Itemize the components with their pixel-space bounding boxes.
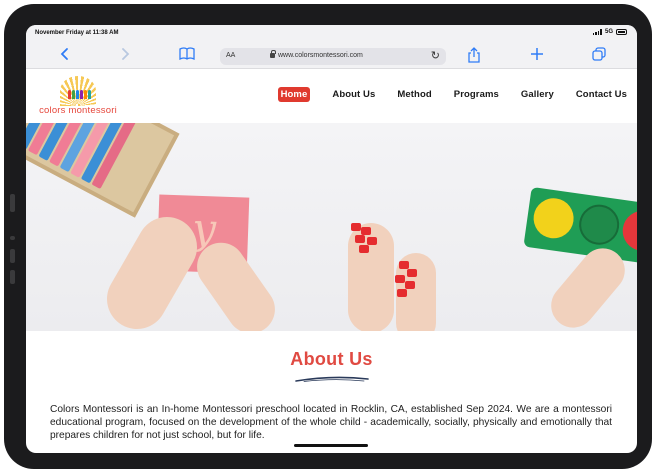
lock-icon xyxy=(270,50,276,58)
browser-toolbar: AA www.colorsmontessori.com ↻ xyxy=(26,43,637,69)
signal-icon xyxy=(592,29,602,35)
status-time: November Friday at 11:38 AM xyxy=(35,30,119,36)
children-logo-icon xyxy=(68,90,91,99)
side-button xyxy=(10,236,15,240)
side-button xyxy=(10,194,15,212)
share-icon[interactable] xyxy=(463,47,485,65)
forward-icon[interactable] xyxy=(114,47,136,65)
home-indicator[interactable] xyxy=(294,444,368,447)
side-button xyxy=(10,249,15,263)
status-indicators: 5G xyxy=(592,29,627,35)
status-bar: November Friday at 11:38 AM 5G xyxy=(26,25,637,43)
nav-home[interactable]: Home xyxy=(277,87,311,102)
nav-gallery[interactable]: Gallery xyxy=(521,89,554,100)
tablet-frame: November Friday at 11:38 AM 5G AA www.co… xyxy=(4,4,652,469)
side-button xyxy=(10,270,15,284)
text-size-button[interactable]: AA xyxy=(226,52,235,59)
heading-underline-decoration xyxy=(295,376,369,382)
network-label: 5G xyxy=(604,29,613,35)
battery-icon xyxy=(616,29,627,35)
fraction-circles-board xyxy=(523,186,637,264)
sandpaper-letters-tray xyxy=(26,123,180,218)
screen: November Friday at 11:38 AM 5G AA www.co… xyxy=(26,25,637,453)
site-logo[interactable]: colors montessori xyxy=(38,74,118,120)
new-tab-icon[interactable] xyxy=(526,47,548,65)
bookmarks-icon[interactable] xyxy=(176,47,198,65)
about-description: Colors Montessori is an In-home Montesso… xyxy=(50,404,612,441)
nav-method[interactable]: Method xyxy=(397,89,431,100)
site-header: colors montessori Home About Us Method P… xyxy=(26,70,637,123)
about-heading: About Us xyxy=(290,349,373,369)
main-nav: Home About Us Method Programs Gallery Co… xyxy=(277,87,627,102)
logo-text: colors montessori xyxy=(39,105,117,116)
nav-about-us[interactable]: About Us xyxy=(332,89,375,100)
tabs-icon[interactable] xyxy=(588,47,610,65)
nav-contact-us[interactable]: Contact Us xyxy=(576,89,627,100)
hero-image: y xyxy=(26,123,637,331)
reload-icon[interactable]: ↻ xyxy=(431,49,440,62)
address-bar[interactable]: AA www.colorsmontessori.com ↻ xyxy=(220,48,446,65)
back-icon[interactable] xyxy=(54,47,76,65)
nav-programs[interactable]: Programs xyxy=(454,89,499,100)
url-text[interactable]: www.colorsmontessori.com xyxy=(278,52,363,59)
